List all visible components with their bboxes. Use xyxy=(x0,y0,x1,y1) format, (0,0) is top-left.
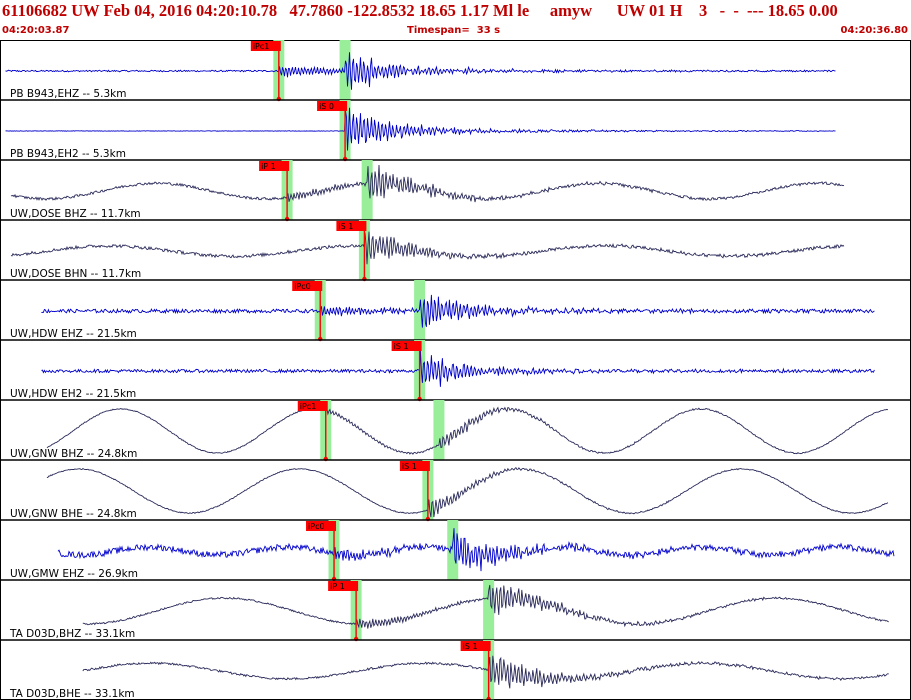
channel-label: TA D03D,BHE -- 33.1km xyxy=(9,688,135,700)
channel-label: PB B943,EH2 -- 5.3km xyxy=(10,148,126,160)
pick-phase-label: iS 1 xyxy=(463,642,478,651)
timespan-label: Timespan= 33 s xyxy=(407,25,501,36)
channel-label: UW,GNW BHZ -- 24.8km xyxy=(10,448,137,460)
channel-label: UW,GNW BHE -- 24.8km xyxy=(10,508,137,520)
header: 61106682 UW Feb 04, 2016 04:20:10.78 47.… xyxy=(0,0,911,40)
seismogram-plot: iPc1 PB B943,EHZ -- 5.3km iS 0 PB B943,EH2 … xyxy=(0,40,911,700)
channel-label: TA D03D,BHZ -- 33.1km xyxy=(9,628,135,640)
pick-phase-label: iS 0 xyxy=(319,102,334,111)
pick-phase-label: iPc1 xyxy=(253,42,270,51)
pick-phase-label: iS 1 xyxy=(394,342,409,351)
arrival-window xyxy=(433,400,445,460)
channel-label: UW,HDW EHZ -- 21.5km xyxy=(10,328,137,340)
arrival-window xyxy=(361,160,373,220)
channel-label: UW,HDW EH2 -- 21.5km xyxy=(10,388,136,400)
end-time: 04:20:36.80 xyxy=(840,25,908,36)
event-summary-title: 61106682 UW Feb 04, 2016 04:20:10.78 47.… xyxy=(2,1,838,20)
pick-phase-label: iPc1 xyxy=(300,402,317,411)
channel-label: UW,GMW EHZ -- 26.9km xyxy=(10,568,138,580)
pick-phase-label: iS 1 xyxy=(402,462,417,471)
start-time: 04:20:03.87 xyxy=(2,25,70,36)
channel-label: UW,DOSE BHN -- 11.7km xyxy=(10,268,141,280)
pick-phase-label: iPc0 xyxy=(308,522,325,531)
pick-phase-label: iPc0 xyxy=(294,282,311,291)
pick-phase-label: iP 1 xyxy=(330,582,345,591)
channel-label: UW,DOSE BHZ -- 11.7km xyxy=(10,208,141,220)
pick-phase-label: iS 1 xyxy=(338,222,353,231)
channel-label: PB B943,EHZ -- 5.3km xyxy=(10,88,126,100)
pick-phase-label: iP 1 xyxy=(261,162,276,171)
